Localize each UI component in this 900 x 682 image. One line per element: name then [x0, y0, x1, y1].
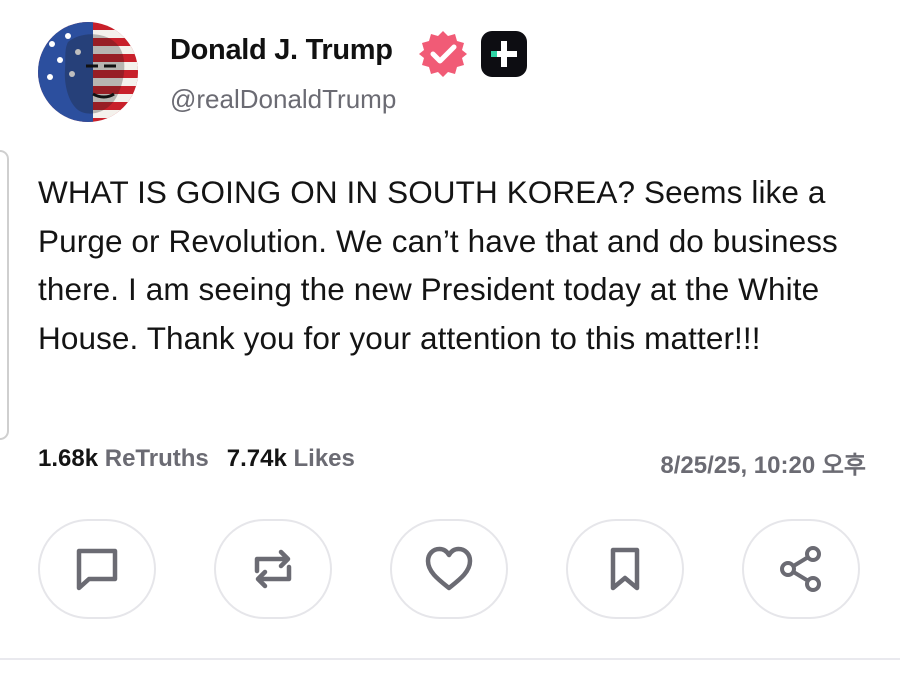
- reply-button[interactable]: [38, 519, 156, 619]
- action-bar: [38, 519, 860, 621]
- bookmark-icon: [610, 547, 640, 591]
- verified-badge-icon: [418, 29, 468, 79]
- like-button[interactable]: [390, 519, 508, 619]
- post-body-text: WHAT IS GOING ON IN SOUTH KOREA? Seems l…: [38, 174, 838, 356]
- likes-stat[interactable]: 7.74k Likes: [227, 445, 355, 472]
- author-handle[interactable]: @realDonaldTrump: [170, 84, 396, 115]
- retruths-label: ReTruths: [104, 445, 209, 472]
- post-timestamp: 8/25/25, 10:20 오후: [660, 452, 866, 479]
- comment-icon: [76, 548, 118, 591]
- truth-plus-icon: [481, 31, 527, 77]
- avatar[interactable]: [38, 22, 138, 122]
- retruths-count: 1.68k: [38, 445, 99, 472]
- likes-count: 7.74k: [226, 445, 287, 472]
- repost-icon: [254, 549, 292, 589]
- retruths-stat[interactable]: 1.68k ReTruths: [38, 445, 209, 472]
- share-button[interactable]: [742, 519, 860, 619]
- truth-post: Donald J. Trump @realDonaldTrump WHAT IS…: [0, 0, 900, 682]
- retruth-button[interactable]: [214, 519, 332, 619]
- post-stats: 1.68k ReTruths 7.74k Likes: [38, 445, 355, 473]
- author-display-name[interactable]: Donald J. Trump: [170, 34, 393, 67]
- bookmark-button[interactable]: [566, 519, 684, 619]
- likes-label: Likes: [293, 445, 355, 472]
- scroll-edge-indicator: [0, 150, 9, 440]
- post-divider: [0, 658, 900, 660]
- heart-icon: [425, 546, 473, 591]
- share-icon: [780, 546, 821, 592]
